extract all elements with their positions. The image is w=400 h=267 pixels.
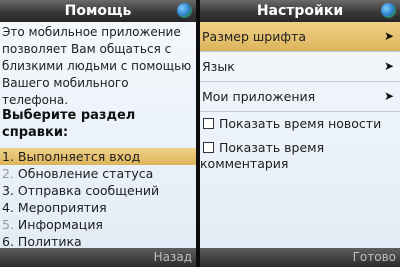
settings-softkey-bar: Готово (200, 248, 400, 267)
back-softkey[interactable]: Назад (154, 248, 192, 267)
help-section-heading: Выберите раздел справки: (2, 108, 136, 140)
menu-item-label: Размер шрифта (202, 29, 306, 44)
globe-icon (177, 3, 192, 18)
checkbox-label: Показать время новости (219, 116, 382, 131)
checkbox-label: Показать время комментария (200, 140, 325, 171)
settings-screen: Настройки Размер шрифта ➤ Язык ➤ Мои при… (200, 0, 400, 267)
settings-title-bar: Настройки (200, 0, 400, 22)
help-topic-list: 1. Выполняется вход 2. Обновление статус… (0, 148, 196, 250)
menu-item-my-apps[interactable]: Мои приложения ➤ (200, 82, 400, 112)
menu-item-font-size[interactable]: Размер шрифта ➤ (200, 22, 400, 52)
checkbox-show-comment-time[interactable]: Показать время комментария (200, 140, 400, 172)
help-title: Помощь (64, 3, 132, 19)
checkbox-icon[interactable] (203, 118, 214, 129)
checkbox-show-news-time[interactable]: Показать время новости (200, 116, 400, 132)
help-topic-info[interactable]: 5. Информация (0, 216, 196, 233)
help-intro-text: Это мобильное приложение позволяет Вам о… (2, 25, 192, 107)
help-title-bar: Помощь (0, 0, 196, 22)
help-topic-events[interactable]: 4. Мероприятия (0, 199, 196, 216)
help-topic-login[interactable]: 1. Выполняется вход (0, 148, 196, 165)
help-topic-status-update[interactable]: 2. Обновление статуса (0, 165, 196, 182)
chevron-right-icon: ➤ (383, 29, 394, 43)
done-softkey[interactable]: Готово (353, 248, 396, 267)
help-content: Это мобильное приложение позволяет Вам о… (0, 22, 196, 250)
settings-content: Размер шрифта ➤ Язык ➤ Мои приложения ➤ … (200, 22, 400, 248)
help-softkey-bar: Назад (0, 248, 196, 267)
menu-item-language[interactable]: Язык ➤ (200, 52, 400, 82)
help-screen: Помощь Это мобильное приложение позволяе… (0, 0, 196, 267)
menu-item-label: Мои приложения (202, 89, 316, 104)
chevron-right-icon: ➤ (383, 59, 394, 73)
checkbox-icon[interactable] (203, 142, 214, 153)
menu-item-label: Язык (202, 59, 235, 74)
globe-icon (381, 3, 396, 18)
help-topic-send-messages[interactable]: 3. Отправка сообщений (0, 182, 196, 199)
chevron-right-icon: ➤ (383, 89, 394, 103)
settings-title: Настройки (256, 3, 344, 19)
